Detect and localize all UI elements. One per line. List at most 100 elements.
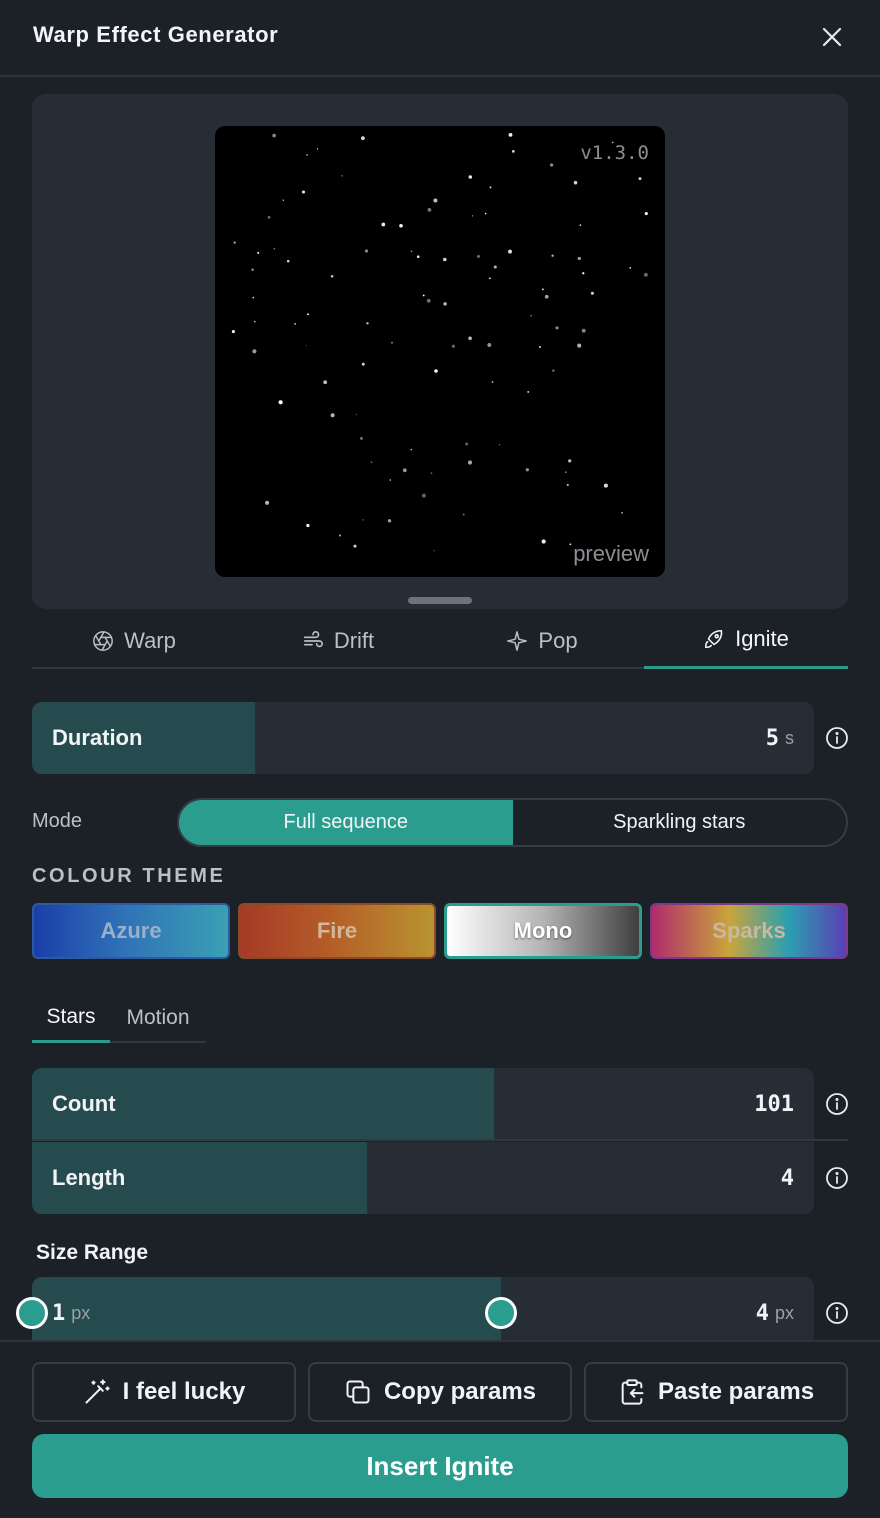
size-range-slider[interactable]	[32, 1277, 814, 1349]
info-icon[interactable]	[825, 726, 849, 750]
mode-option-sparkling-stars[interactable]: Sparkling stars	[513, 800, 847, 845]
star	[360, 436, 363, 440]
count-label: Count	[52, 1091, 116, 1116]
duration-slider[interactable]: Duration 5 s	[32, 702, 814, 774]
star	[233, 241, 236, 244]
star	[498, 444, 501, 446]
tab-drift[interactable]: Drift	[236, 612, 440, 669]
star	[569, 543, 572, 546]
star	[621, 511, 623, 514]
feel-lucky-button[interactable]: I feel lucky	[32, 1362, 296, 1422]
theme-azure[interactable]: Azure	[32, 903, 230, 959]
star	[471, 215, 474, 217]
star	[489, 186, 492, 189]
star	[362, 519, 365, 521]
insert-button[interactable]: Insert Ignite	[32, 1434, 848, 1498]
subtab-stars[interactable]: Stars	[32, 993, 110, 1043]
size-range-fill	[32, 1277, 501, 1349]
star	[306, 154, 308, 156]
size-max-number: 4	[755, 1300, 769, 1326]
size-min-handle[interactable]	[16, 1297, 48, 1329]
tab-label: Pop	[538, 627, 578, 653]
star	[410, 250, 413, 253]
star	[402, 468, 407, 473]
star	[468, 336, 472, 341]
count-slider[interactable]: Count 101	[32, 1068, 814, 1140]
length-slider[interactable]: Length 4	[32, 1142, 814, 1214]
star	[511, 150, 515, 153]
star	[527, 390, 530, 393]
star	[577, 256, 581, 261]
rocket-icon	[705, 629, 723, 649]
subtab-motion[interactable]: Motion	[114, 993, 202, 1043]
star	[565, 471, 567, 473]
mode-option-full-sequence[interactable]: Full sequence	[179, 800, 513, 845]
info-icon[interactable]	[825, 1092, 849, 1116]
size-range-min: 1 px	[52, 1277, 90, 1349]
star	[330, 274, 334, 278]
star	[555, 326, 559, 330]
size-max-unit: px	[774, 1302, 794, 1323]
star	[508, 133, 513, 137]
star	[468, 175, 473, 179]
resize-handle[interactable]	[408, 597, 472, 604]
tab-ignite[interactable]: Ignite	[644, 612, 848, 669]
star	[252, 296, 255, 299]
copy-params-label: Copy params	[383, 1378, 537, 1405]
sparkle-icon	[507, 630, 528, 651]
star	[644, 212, 648, 216]
theme-mono[interactable]: Mono	[444, 903, 642, 959]
aperture-icon	[93, 630, 114, 651]
star	[387, 519, 392, 523]
star	[590, 291, 594, 295]
copy-params-button[interactable]: Copy params	[308, 1362, 572, 1422]
star	[530, 314, 533, 317]
star	[451, 344, 456, 348]
star	[265, 500, 270, 505]
size-max-handle[interactable]	[485, 1297, 517, 1329]
star	[330, 413, 335, 418]
tab-label: Drift	[333, 627, 375, 653]
colour-theme-heading: COLOUR THEME	[32, 865, 226, 887]
tab-warp[interactable]: Warp	[32, 612, 236, 669]
tab-pop[interactable]: Pop	[440, 612, 644, 669]
starfield	[231, 133, 648, 552]
star	[434, 369, 438, 373]
star	[541, 539, 546, 544]
star	[493, 265, 497, 269]
info-icon[interactable]	[825, 1166, 849, 1190]
star	[253, 320, 256, 323]
star	[433, 550, 435, 552]
length-label: Length	[52, 1165, 126, 1190]
star	[551, 254, 554, 257]
effect-tabs: Warp Drift Pop Ignite	[32, 612, 848, 669]
star	[252, 349, 257, 354]
star	[251, 268, 254, 271]
star	[360, 136, 365, 141]
settings-subtabs: Stars Motion	[32, 993, 206, 1043]
duration-number: 5	[765, 725, 779, 751]
size-range-max: 4 px	[756, 1277, 794, 1349]
preview-label: preview	[573, 541, 649, 566]
theme-fire[interactable]: Fire	[238, 903, 436, 959]
info-icon[interactable]	[825, 1301, 849, 1325]
star	[391, 341, 393, 344]
star	[443, 257, 447, 262]
theme-sparks[interactable]: Sparks	[650, 903, 848, 959]
star	[366, 322, 369, 325]
copy-icon	[346, 1380, 370, 1404]
paste-params-button[interactable]: Paste params	[584, 1362, 848, 1422]
version-label: v1.3.0	[580, 142, 649, 164]
close-button[interactable]	[814, 19, 850, 55]
star	[525, 468, 529, 472]
mode-label: Mode	[32, 810, 83, 832]
close-icon	[822, 27, 842, 47]
star	[568, 459, 572, 463]
star	[491, 381, 494, 383]
duration-value: 5 s	[766, 702, 794, 774]
star	[231, 330, 235, 334]
star	[581, 328, 586, 333]
count-value: 101	[754, 1091, 794, 1117]
star	[643, 272, 648, 277]
star	[538, 345, 541, 349]
